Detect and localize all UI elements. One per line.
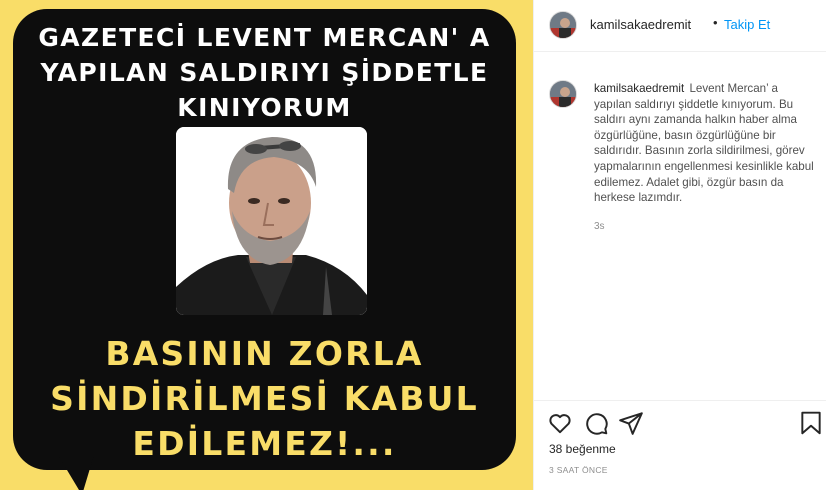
journalist-portrait-illustration	[176, 127, 367, 315]
follow-button[interactable]: Takip Et	[724, 17, 770, 32]
post-caption: kamilsakaedremit Levent Mercan’ a yapıla…	[594, 81, 816, 206]
slogan-line: EDİLEMEZ!...	[132, 424, 397, 463]
headline-line: GAZETECİ LEVENT MERCAN' A	[38, 23, 491, 52]
caption-timestamp[interactable]: 3s	[594, 221, 605, 232]
post-timestamp[interactable]: 3 SAAT ÖNCE	[549, 465, 608, 475]
avatar[interactable]	[549, 11, 577, 39]
avatar-image	[550, 12, 576, 38]
comments-area[interactable]: kamilsakaedremit Levent Mercan’ a yapıla…	[534, 53, 826, 400]
headline-line: YAPILAN SALDIRIYI ŞİDDETLE	[40, 58, 489, 87]
post-image[interactable]: GAZETECİ LEVENT MERCAN' A YAPILAN SALDIR…	[0, 0, 533, 490]
likes-count[interactable]: 38 beğenme	[549, 442, 616, 456]
post-actions: 38 beğenme 3 SAAT ÖNCE	[534, 400, 826, 490]
header-separator: •	[713, 15, 718, 30]
avatar[interactable]	[549, 80, 577, 108]
bookmark-icon[interactable]	[798, 410, 824, 436]
caption-text: Levent Mercan’ a yapılan saldırıyı şidde…	[594, 82, 814, 205]
avatar-image	[550, 81, 576, 107]
slogan-line: SİNDİRİLMESİ KABUL	[50, 379, 479, 418]
slogan-line: BASININ ZORLA	[105, 334, 424, 373]
share-icon[interactable]	[618, 410, 644, 436]
post-side-panel: kamilsakaedremit • Takip Et kamilsakaedr…	[533, 0, 826, 490]
headline-line: KINIYORUM	[177, 93, 352, 122]
header-username-link[interactable]: kamilsakaedremit	[590, 17, 691, 32]
post-slogan: BASININ ZORLA SİNDİRİLMESİ KABUL EDİLEME…	[13, 331, 516, 466]
post-header: kamilsakaedremit • Takip Et	[534, 0, 826, 52]
post-headline: GAZETECİ LEVENT MERCAN' A YAPILAN SALDIR…	[13, 20, 516, 125]
heart-icon[interactable]	[547, 410, 573, 436]
comment-icon[interactable]	[583, 410, 609, 436]
journalist-photo	[176, 127, 367, 315]
caption-username-link[interactable]: kamilsakaedremit	[594, 82, 684, 95]
